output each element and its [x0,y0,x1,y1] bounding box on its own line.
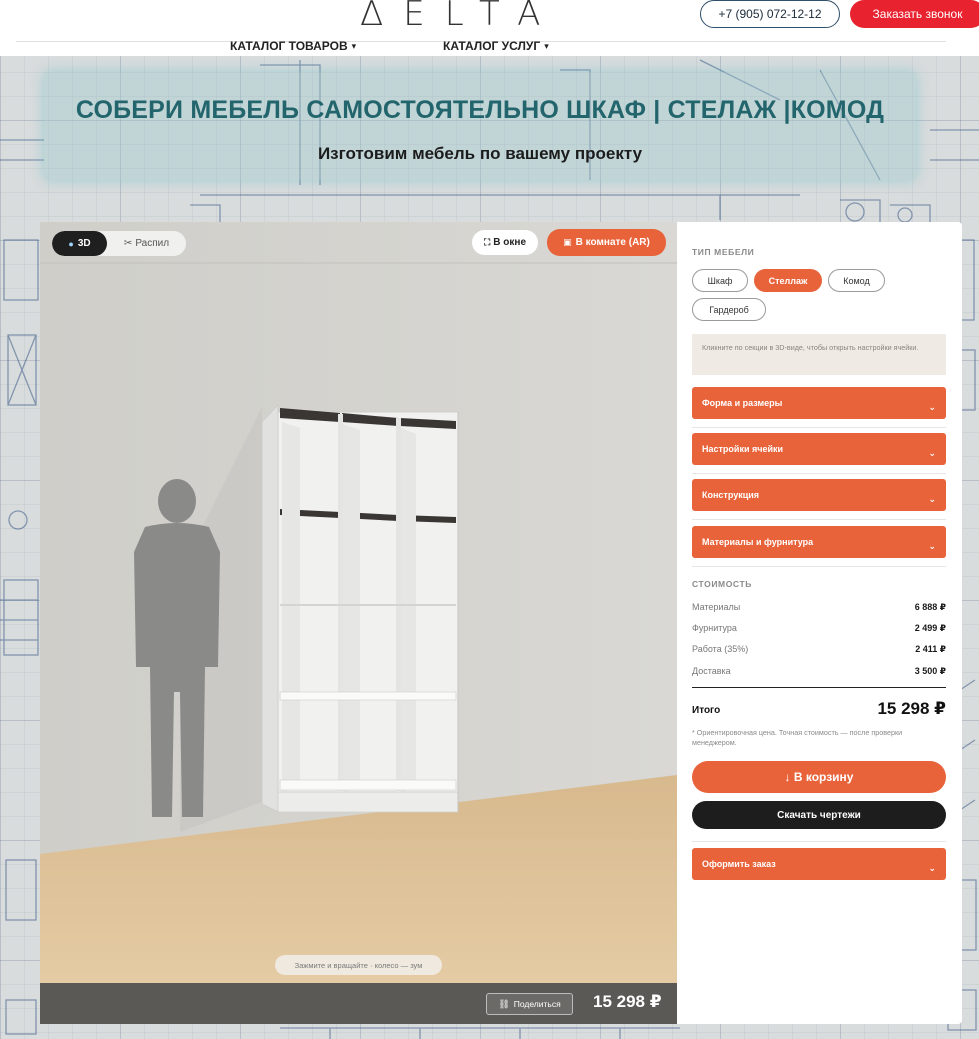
3d-scene[interactable] [40,222,677,1024]
nav-products-catalog[interactable]: КАТАЛОГ ТОВАРОВ ▾ [230,39,356,53]
scissors-icon: ✂ [123,238,133,249]
ar-room-button[interactable]: ▣ В комнате (AR) [547,229,666,256]
request-call-button[interactable]: Заказать звонок [850,0,979,28]
download-drawings-button[interactable]: Скачать чертежи [692,801,946,829]
accordion-label: Конструкция [702,490,760,500]
nav-products-label: КАТАЛОГ ТОВАРОВ [230,39,348,53]
divider [692,519,946,520]
accordion-label: Форма и размеры [702,398,783,408]
cost-row-labor: Работа (35%) 2 411 ₽ [692,644,946,655]
cost-value: 3 500 ₽ [914,666,946,676]
cost-label: Доставка [692,666,731,676]
accordion-place-order[interactable]: Оформить заказ ⌄ [692,848,946,880]
accordion-label: Настройки ячейки [702,444,784,454]
type-chip-closet[interactable]: Гардероб [692,298,766,321]
chevron-down-icon: ⌄ [928,402,936,412]
fullscreen-icon: ⛶ [483,237,491,247]
phone-button[interactable]: +7 (905) 072-12-12 [700,0,840,28]
mode-cut-tab[interactable]: ✂ Распил [107,231,186,256]
accordion-cell-settings[interactable]: Настройки ячейки ⌄ [692,433,946,465]
mode-3d-label: 3D [77,238,91,249]
total-value: 15 298 ₽ [877,699,946,718]
mode-cut-label: Распил [135,238,170,249]
type-chip-wardrobe[interactable]: Шкаф [692,269,748,292]
accordion-label: Оформить заказ [702,859,776,869]
nav-services-label: КАТАЛОГ УСЛУГ [443,39,541,53]
mode-3d-tab[interactable]: ● 3D [52,231,107,256]
camera-icon: ▣ [563,237,572,247]
accordion-construction[interactable]: Конструкция ⌄ [692,479,946,511]
site-logo[interactable]: ΔELTA [360,0,560,34]
nav-services-catalog[interactable]: КАТАЛОГ УСЛУГ ▾ [443,39,549,53]
share-button[interactable]: ⛓ Поделиться [486,993,573,1015]
cube-icon: ● [68,238,74,249]
viewport-footer: ⛓ Поделиться 15 298 ₽ [40,983,677,1024]
hero-banner: СОБЕРИ МЕБЕЛЬ САМОСТОЯТЕЛЬНО ШКАФ | СТЕЛ… [44,72,916,180]
chevron-down-icon: ⌄ [928,448,936,458]
share-label: Поделиться [513,999,561,1009]
total-divider [692,687,946,688]
cost-value: 2 411 ₽ [915,644,946,654]
total-label: Итого [692,705,721,716]
cost-label: Фурнитура [692,623,737,633]
ar-room-label: В комнате (AR) [575,237,650,248]
cell-settings-hint: Кликните по секции в 3D-виде, чтобы откр… [692,334,946,375]
cost-value: 6 888 ₽ [914,602,946,612]
furniture-type-label: ТИП МЕБЕЛИ [692,247,755,257]
accordion-label: Материалы и фурнитура [702,537,814,547]
configurator-3d-viewport[interactable]: ● 3D ✂ Распил ⛶ В окне ▣ В комнате (AR) … [40,222,677,1024]
cost-label: Материалы [692,602,741,612]
cost-row-hardware: Фурнитура 2 499 ₽ [692,623,946,634]
hero-subtitle: Изготовим мебель по вашему проекту [317,144,643,163]
cost-row-materials: Материалы 6 888 ₽ [692,602,946,613]
cost-row-delivery: Доставка 3 500 ₽ [692,666,946,677]
configurator-side-panel: ТИП МЕБЕЛИ Шкаф Стеллаж Комод Гардероб К… [677,222,962,1024]
shelving-unit-3d[interactable] [261,403,459,813]
chevron-down-icon: ▾ [544,40,549,51]
rotate-hint: Зажмите и вращайте · колесо — зум [275,955,442,975]
divider [692,841,946,842]
view-mode-toggle: ● 3D ✂ Распил [52,231,186,256]
link-icon: ⛓ [498,998,510,1009]
divider [692,473,946,474]
cost-section-label: СТОИМОСТЬ [692,579,752,589]
chevron-down-icon: ▾ [351,40,357,51]
hero-title: СОБЕРИ МЕБЕЛЬ САМОСТОЯТЕЛЬНО ШКАФ | СТЕЛ… [75,96,885,124]
site-header: ΔELTA +7 (905) 072-12-12 Заказать звонок… [0,0,979,56]
cost-label: Работа (35%) [692,644,749,654]
cost-value: 2 499 ₽ [914,623,946,633]
divider [692,427,946,428]
window-view-label: В окне [493,237,527,248]
type-chip-rack[interactable]: Стеллаж [754,269,822,292]
divider [692,566,946,567]
chevron-down-icon: ⌄ [928,541,936,551]
accordion-shape-size[interactable]: Форма и размеры ⌄ [692,387,946,419]
type-chip-dresser[interactable]: Комод [828,269,885,292]
accordion-materials[interactable]: Материалы и фурнитура ⌄ [692,526,946,558]
add-to-cart-button[interactable]: ↓ В корзину [692,761,946,793]
window-view-button[interactable]: ⛶ В окне [472,230,538,255]
chevron-down-icon: ⌄ [928,494,936,504]
chevron-down-icon: ⌄ [928,863,936,873]
price-note: * Ориентировочная цена. Точная стоимость… [692,728,903,747]
footer-price: 15 298 ₽ [593,992,662,1011]
